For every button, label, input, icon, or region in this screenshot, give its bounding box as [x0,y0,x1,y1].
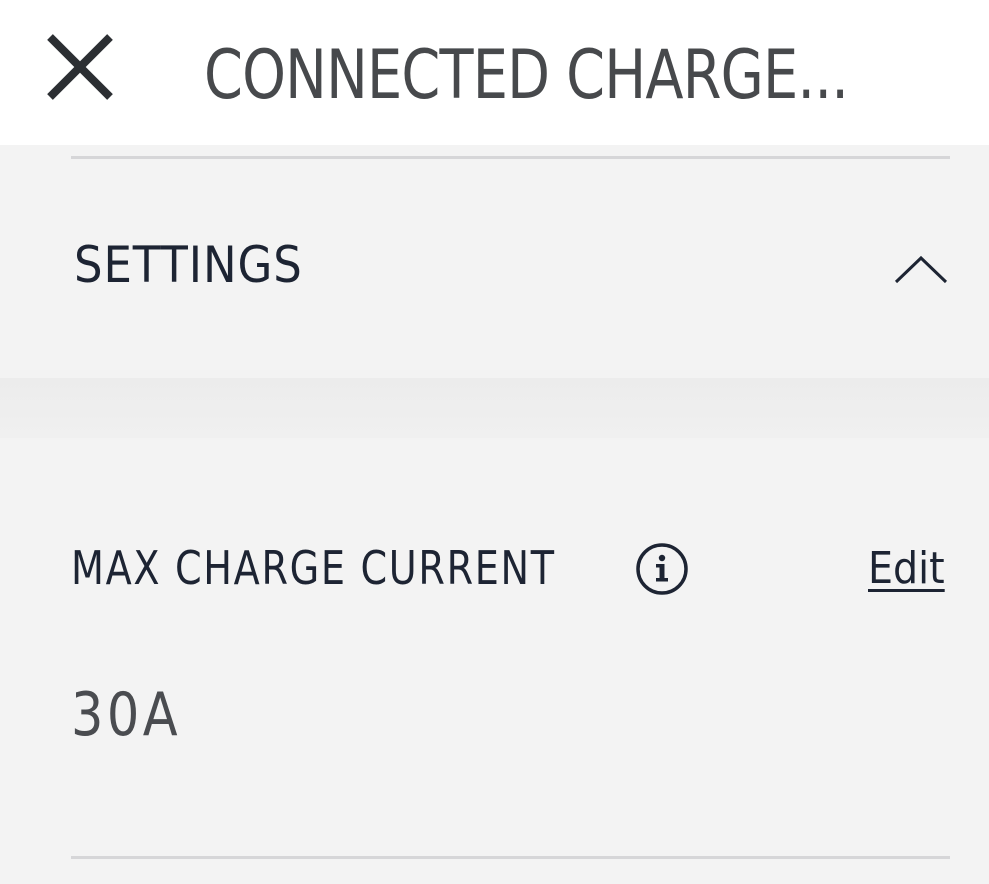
close-button[interactable] [38,25,122,109]
info-icon[interactable] [634,541,690,597]
section-separator-band [0,378,989,438]
page-title: CONNECTED CHARGE... [204,36,849,115]
bottom-divider [71,856,950,859]
settings-section-title: SETTINGS [74,236,303,294]
top-divider [71,156,950,159]
edit-max-charge-current-link[interactable]: Edit [868,538,945,600]
header-bar: CONNECTED CHARGE... [0,0,989,145]
close-icon [47,34,113,100]
max-charge-current-value: 30A [71,680,181,750]
connected-charge-settings-screen: CONNECTED CHARGE... SETTINGS MAX CHARGE … [0,0,989,884]
max-charge-current-label: MAX CHARGE CURRENT [71,541,556,595]
chevron-up-icon[interactable] [892,248,950,288]
